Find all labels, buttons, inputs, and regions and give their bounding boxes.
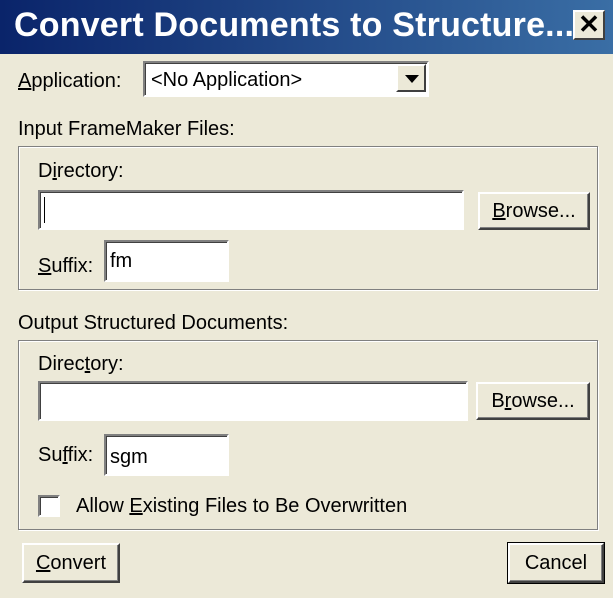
close-icon: ✕	[578, 9, 600, 39]
output-directory-label: Directory:	[38, 353, 124, 375]
convert-dialog: Convert Documents to Structure... ✕ Appl…	[0, 0, 613, 598]
output-group-label: Output Structured Documents:	[18, 312, 289, 334]
output-directory-field[interactable]	[38, 381, 468, 421]
application-label: Application:	[18, 70, 122, 92]
input-group-label: Input FrameMaker Files:	[18, 118, 235, 140]
input-directory-label: Directory:	[38, 160, 124, 182]
application-selected-value: <No Application>	[151, 69, 303, 91]
convert-button[interactable]: Convert	[22, 543, 120, 583]
input-suffix-value: fm	[110, 250, 133, 272]
input-directory-field[interactable]	[38, 190, 464, 230]
output-browse-button[interactable]: Browse...	[476, 382, 590, 420]
overwrite-label[interactable]: Allow Existing Files to Be Overwritten	[76, 495, 407, 518]
overwrite-checkbox[interactable]	[38, 495, 60, 517]
output-suffix-field[interactable]: sgm	[104, 434, 229, 476]
output-suffix-label: Suffix:	[38, 444, 94, 466]
chevron-down-icon	[405, 75, 419, 83]
cancel-button[interactable]: Cancel	[507, 542, 605, 584]
title-bar[interactable]: Convert Documents to Structure... ✕	[0, 0, 613, 54]
input-browse-button[interactable]: Browse...	[478, 192, 590, 230]
application-dropdown-button[interactable]	[396, 64, 426, 92]
close-button[interactable]: ✕	[573, 10, 605, 40]
text-caret	[44, 197, 45, 223]
output-suffix-value: sgm	[110, 446, 148, 468]
input-suffix-field[interactable]: fm	[104, 240, 229, 282]
input-suffix-label: Suffix:	[38, 255, 94, 277]
application-select[interactable]: <No Application>	[143, 61, 429, 97]
window-title: Convert Documents to Structure...	[14, 6, 575, 44]
